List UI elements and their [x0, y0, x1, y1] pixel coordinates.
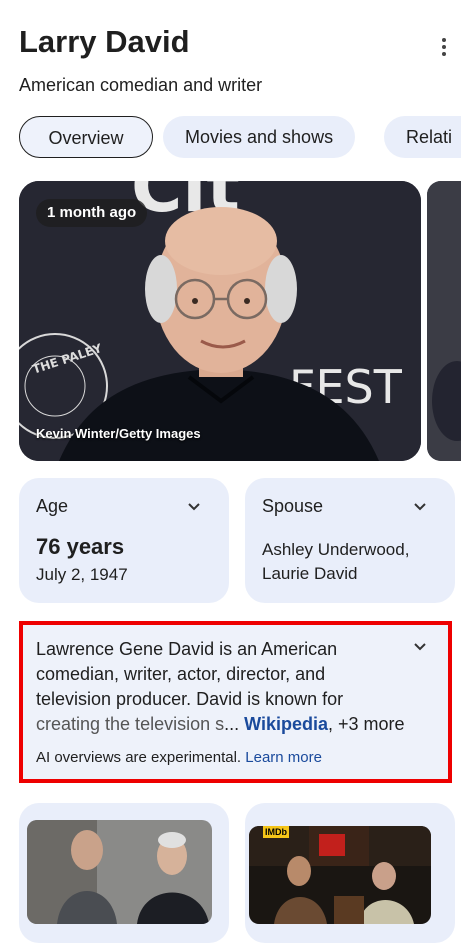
more-sources-link[interactable]: , +3 more [328, 714, 405, 734]
scene-image [27, 820, 212, 924]
next-photo-preview[interactable] [427, 181, 461, 461]
media-thumbnail[interactable] [27, 820, 212, 924]
ai-overview-text: Lawrence Gene David is an American comed… [36, 637, 416, 737]
ai-disclaimer: AI overviews are experimental. Learn mor… [36, 749, 322, 766]
imdb-badge: IMDb [263, 826, 289, 838]
age-label: Age [36, 496, 69, 516]
tab-overview[interactable]: Overview [19, 116, 153, 158]
more-options-icon[interactable] [434, 38, 454, 58]
spouse-name-1: Ashley Underwood, [262, 540, 410, 559]
ai-overview-line: comedian, writer, actor, director, and [36, 664, 326, 684]
chevron-down-icon[interactable] [413, 500, 427, 514]
wikipedia-link[interactable]: Wikipedia [244, 714, 328, 734]
next-photo-image [427, 181, 461, 461]
ai-overview-line: television producer. David is known for [36, 689, 344, 709]
page-title: Larry David [19, 24, 190, 59]
ellipsis: ... [224, 714, 240, 734]
scene-image [249, 826, 431, 924]
ai-disclaimer-text: AI overviews are experimental. [36, 749, 242, 766]
spouse-label: Spouse [262, 496, 324, 516]
tab-relationships[interactable]: Relati [384, 116, 461, 158]
ai-overview-line: Lawrence Gene David is an American [36, 639, 338, 659]
page-subtitle: American comedian and writer [19, 75, 263, 95]
photo-credit: Kevin Winter/Getty Images [36, 426, 201, 441]
tab-movies-and-shows[interactable]: Movies and shows [163, 116, 356, 158]
spouse-name-2: Laurie David [262, 564, 358, 583]
photo-age-badge: 1 month ago [36, 199, 148, 227]
media-thumbnail[interactable] [249, 826, 431, 924]
age-value: 76 years [36, 534, 125, 559]
ai-overview-truncated: creating the television s [36, 714, 225, 734]
chevron-down-icon[interactable] [187, 500, 201, 514]
learn-more-link[interactable]: Learn more [245, 749, 322, 766]
birth-date: July 2, 1947 [36, 565, 128, 584]
ai-overview-last-line: creating the television s... Wikipedia, … [36, 712, 416, 737]
